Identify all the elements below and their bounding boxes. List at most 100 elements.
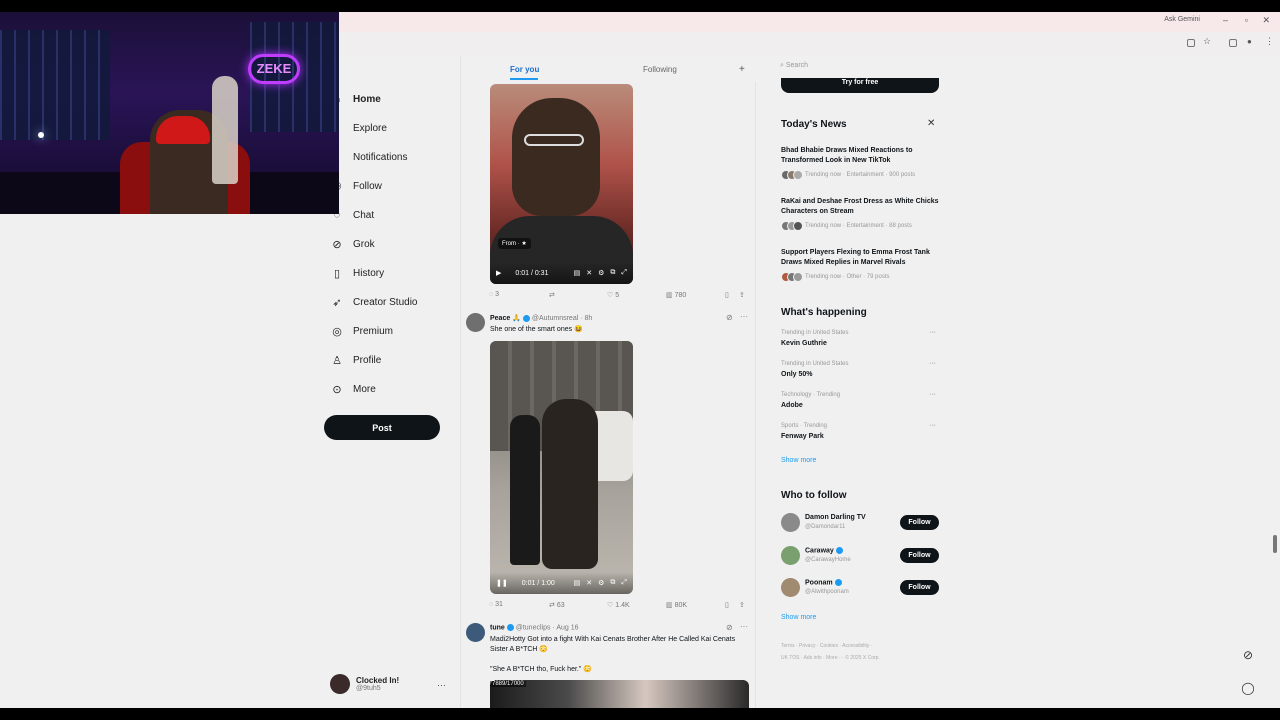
- maximize-icon[interactable]: ▫: [1245, 15, 1248, 25]
- video-label: 7889/17000: [490, 681, 526, 687]
- profile-icon[interactable]: ●: [1247, 37, 1255, 46]
- post-button[interactable]: Post: [324, 415, 440, 440]
- suggestion-name[interactable]: Caraway: [805, 547, 843, 554]
- news-headline[interactable]: Support Players Flexing to Emma Frost Ta…: [781, 248, 941, 268]
- ask-gemini-button[interactable]: Ask Gemini: [1164, 16, 1200, 23]
- pip-icon[interactable]: ⧉: [610, 269, 615, 277]
- more-options-icon[interactable]: ···: [929, 360, 936, 367]
- author-handle[interactable]: @tuneclips: [516, 624, 551, 631]
- trend-context: Trending in United States: [781, 330, 849, 336]
- grok-icon[interactable]: ⊘: [726, 313, 733, 322]
- verified-icon: [834, 579, 842, 586]
- menu-icon[interactable]: ⋮: [1265, 36, 1274, 46]
- news-headline[interactable]: Bhad Bhabie Draws Mixed Reactions to Tra…: [781, 146, 941, 166]
- like-button[interactable]: ♡ 1.4K: [607, 601, 630, 609]
- pip-icon[interactable]: ⧉: [610, 579, 615, 587]
- try-for-free-button[interactable]: Try for free: [781, 78, 939, 93]
- more-options-icon[interactable]: ···: [929, 422, 936, 429]
- show-more-follow[interactable]: Show more: [781, 614, 816, 621]
- grok-icon[interactable]: ⊘: [726, 623, 733, 632]
- tab-for-you[interactable]: For you: [510, 65, 539, 74]
- settings-icon[interactable]: ⚙: [598, 579, 604, 587]
- reply-button[interactable]: ◌ 31: [489, 601, 503, 608]
- trend-name[interactable]: Kevin Guthrie: [781, 340, 827, 347]
- follow-button[interactable]: Follow: [900, 548, 939, 563]
- follow-button[interactable]: Follow: [900, 515, 939, 530]
- fullscreen-icon[interactable]: ⤢: [621, 269, 627, 277]
- fullscreen-icon[interactable]: ⤢: [621, 579, 627, 587]
- close-icon[interactable]: ✕: [927, 118, 935, 129]
- video-player[interactable]: From · ★ ▶ 0:01 / 0:31 ▤ ✕ ⚙ ⧉ ⤢: [490, 84, 633, 284]
- follow-suggestion[interactable]: Caraway @CarawayHome Follow: [781, 545, 939, 567]
- views-button[interactable]: ▥ 80K: [666, 601, 687, 609]
- follow-suggestion[interactable]: Poonam @Alwithpoonam Follow: [781, 577, 939, 599]
- nav-item-more[interactable]: ⊙ More: [331, 378, 375, 400]
- close-window-icon[interactable]: ✕: [1262, 15, 1270, 26]
- avatar[interactable]: [466, 313, 485, 332]
- trend-name[interactable]: Adobe: [781, 402, 803, 409]
- more-options-icon[interactable]: ···: [929, 391, 936, 398]
- account-switcher[interactable]: Clocked In! @9tuh5: [330, 674, 399, 694]
- add-tab-icon[interactable]: +: [739, 64, 745, 75]
- more-options-icon[interactable]: ···: [929, 329, 936, 336]
- show-more-trends[interactable]: Show more: [781, 457, 816, 464]
- views-button[interactable]: ▥ 780: [666, 291, 686, 299]
- tab-following[interactable]: Following: [643, 65, 677, 74]
- nav-item-premium[interactable]: ◎ Premium: [331, 320, 393, 342]
- post-time[interactable]: Aug 16: [556, 624, 578, 631]
- follow-suggestion[interactable]: Damon Darling TV @Damondar11 Follow: [781, 512, 939, 534]
- like-button[interactable]: ♡ 5: [607, 291, 619, 299]
- footer-links[interactable]: Terms · Privacy · Cookies · Accessibilit…: [781, 640, 941, 664]
- suggestion-name[interactable]: Poonam: [805, 579, 842, 586]
- video-player[interactable]: ❚❚ 0:01 / 1:00 ▤ ✕ ⚙ ⧉ ⤢: [490, 341, 633, 594]
- nav-item-grok[interactable]: ⊘ Grok: [331, 233, 374, 255]
- more-icon[interactable]: ···: [437, 680, 446, 690]
- bookmark-icon[interactable]: ▯: [725, 601, 729, 609]
- star-icon[interactable]: ☆: [1203, 36, 1211, 46]
- news-headline[interactable]: RaKai and Deshae Frost Dress as White Ch…: [781, 197, 941, 217]
- share-icon[interactable]: ⇪: [739, 291, 745, 299]
- nav-item-profile[interactable]: ♙ Profile: [331, 349, 381, 371]
- mute-icon[interactable]: ✕: [586, 579, 592, 587]
- nav-item-explore[interactable]: ⌕Explore: [331, 117, 387, 139]
- trend-name[interactable]: Fenway Park: [781, 433, 824, 440]
- avatar[interactable]: [466, 623, 485, 642]
- nav-item-history[interactable]: ▯ History: [331, 262, 384, 284]
- bookmark-icon[interactable]: ▯: [725, 291, 729, 299]
- more-options-icon[interactable]: ···: [740, 312, 748, 321]
- extension-icon[interactable]: [1229, 39, 1237, 47]
- captions-icon[interactable]: ▤: [574, 269, 581, 277]
- avatar[interactable]: [781, 513, 800, 532]
- messages-fab-icon[interactable]: ◯: [1237, 677, 1259, 699]
- pause-icon[interactable]: ❚❚: [496, 579, 508, 587]
- trend-name[interactable]: Only 50%: [781, 371, 813, 378]
- settings-icon[interactable]: ⚙: [598, 269, 604, 277]
- repost-button[interactable]: ⇄ 63: [549, 601, 565, 609]
- author-handle[interactable]: @Autumnsreal: [532, 315, 578, 322]
- mute-icon[interactable]: ✕: [586, 269, 592, 277]
- footer-line[interactable]: Terms · Privacy · Cookies · Accessibilit…: [781, 640, 941, 652]
- nav-item-creator-studio[interactable]: ➶ Creator Studio: [331, 291, 417, 313]
- cast-icon[interactable]: [1187, 39, 1195, 47]
- author-name[interactable]: tune: [490, 624, 505, 631]
- captions-icon[interactable]: ▤: [574, 579, 581, 587]
- author-name[interactable]: Peace 🙏: [490, 315, 521, 322]
- footer-line[interactable]: UK TOS · Ads info · More ··· © 2025 X Co…: [781, 652, 941, 664]
- scrollbar[interactable]: [1273, 535, 1277, 553]
- more-options-icon[interactable]: ···: [740, 622, 748, 631]
- follow-button[interactable]: Follow: [900, 580, 939, 595]
- search-input[interactable]: ⌕ Search: [780, 62, 940, 76]
- reply-button[interactable]: ◌ 3: [489, 291, 499, 298]
- grok-fab-icon[interactable]: ⊘: [1237, 644, 1259, 666]
- minimize-icon[interactable]: –: [1223, 15, 1228, 25]
- play-icon[interactable]: ▶: [496, 269, 501, 277]
- avatar[interactable]: [781, 578, 800, 597]
- suggestion-name[interactable]: Damon Darling TV: [805, 514, 866, 521]
- share-icon[interactable]: ⇪: [739, 601, 745, 609]
- trend-context: Technology · Trending: [781, 392, 841, 398]
- avatar[interactable]: [781, 546, 800, 565]
- nav-item-label: Home: [353, 93, 381, 105]
- nav-item-notifications[interactable]: ♪Notifications: [331, 146, 407, 168]
- repost-button[interactable]: ⇄: [549, 291, 555, 299]
- post-time[interactable]: 8h: [585, 315, 593, 322]
